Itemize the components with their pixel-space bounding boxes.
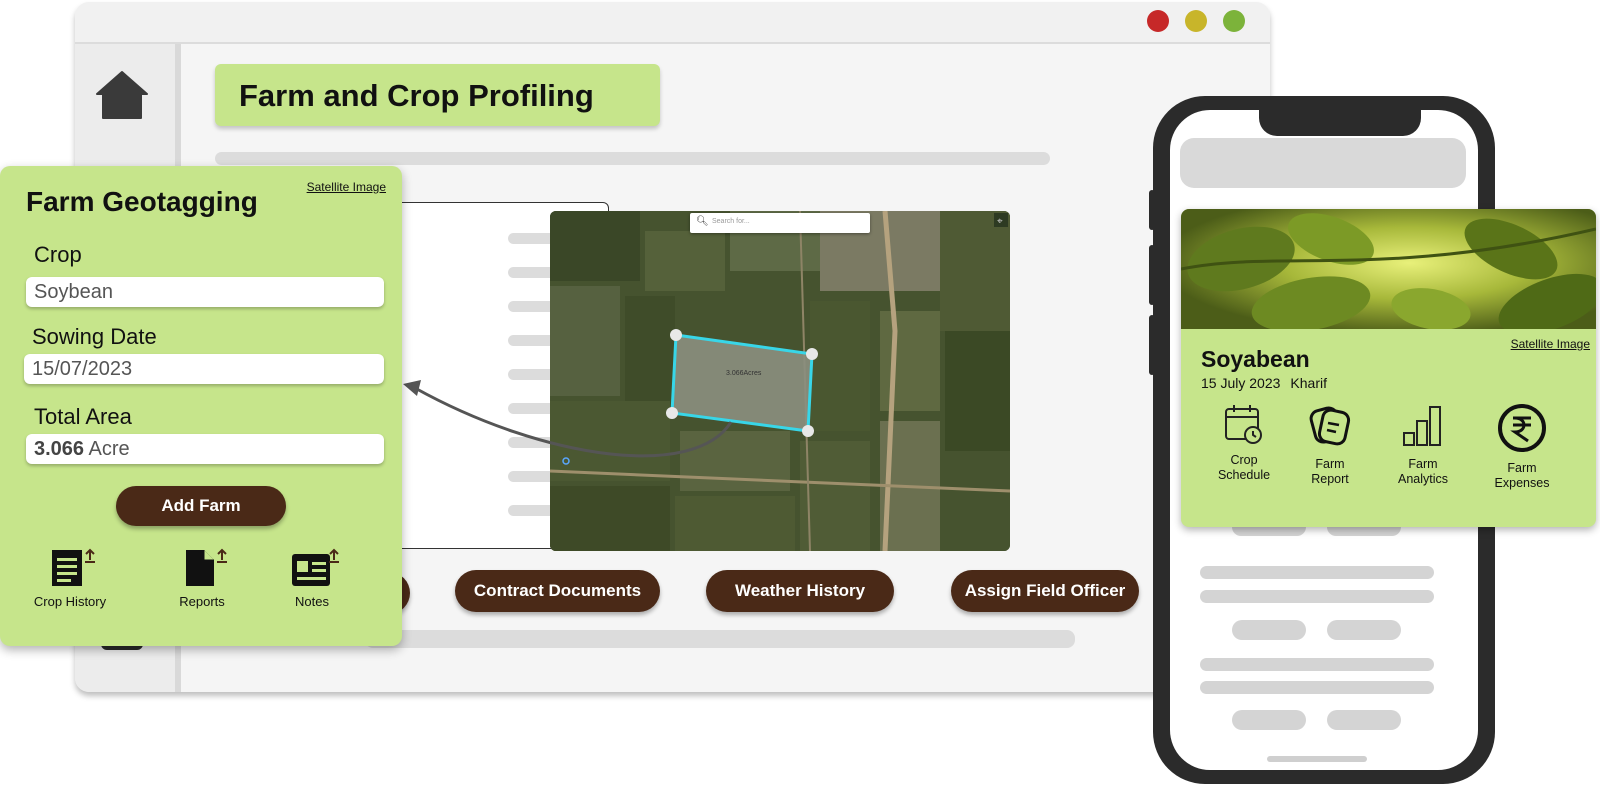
reports-label: Reports xyxy=(179,594,225,609)
placeholder-bar xyxy=(1200,658,1434,671)
report-icon xyxy=(1309,406,1351,446)
close-window-button[interactable] xyxy=(1147,10,1169,32)
total-area-unit: Acre xyxy=(84,438,130,460)
polygon-vertex-handle[interactable] xyxy=(802,425,814,437)
placeholder-bar xyxy=(215,152,1050,165)
polygon-vertex-handle[interactable] xyxy=(670,329,682,341)
total-area-label: Total Area xyxy=(34,404,132,429)
window-titlebar xyxy=(75,2,1270,44)
notes-tool[interactable]: Notes xyxy=(257,548,367,609)
phone-notch xyxy=(1259,110,1421,136)
card-satellite-image-link[interactable]: Satellite Image xyxy=(1511,337,1590,351)
crop-label: Crop xyxy=(34,242,82,267)
feature-label-line2: Analytics xyxy=(1397,472,1449,486)
feature-label-line1: Farm xyxy=(1408,457,1438,471)
add-farm-button[interactable]: Add Farm xyxy=(116,486,286,526)
connector-arrow xyxy=(403,380,733,458)
svg-text:⌖: ⌖ xyxy=(997,216,1003,227)
calendar-clock-icon xyxy=(1225,405,1262,444)
map-search-placeholder: Search for... xyxy=(712,218,750,225)
maximize-window-button[interactable] xyxy=(1223,10,1245,32)
total-area-value: 3.066 xyxy=(34,438,85,460)
crop-schedule-feature[interactable]: Crop Schedule xyxy=(1199,403,1289,483)
crop-season: Kharif xyxy=(1290,375,1327,391)
feature-label-line1: Crop xyxy=(1230,453,1258,467)
assign-field-officer-button[interactable]: Assign Field Officer xyxy=(951,570,1139,612)
crop-input[interactable]: Soybean xyxy=(26,277,384,307)
weather-history-button[interactable]: Weather History xyxy=(706,570,894,612)
rupee-icon xyxy=(1498,404,1546,452)
minimize-window-button[interactable] xyxy=(1185,10,1207,32)
placeholder-pill xyxy=(1327,710,1401,730)
crop-history-label: Crop History xyxy=(33,594,107,609)
crop-profile-card: Satellite Image Soyabean 15 July 2023 Kha… xyxy=(1181,209,1596,527)
notes-label: Notes xyxy=(295,594,329,609)
placeholder-bar xyxy=(1200,590,1434,603)
crop-name: Soyabean xyxy=(1201,346,1310,372)
feature-label-line2: Schedule xyxy=(1217,468,1271,482)
contract-documents-button[interactable]: Contract Documents xyxy=(455,570,660,612)
upload-icon xyxy=(217,548,227,563)
sowing-date-label: Sowing Date xyxy=(32,324,157,349)
home-icon[interactable] xyxy=(95,70,149,120)
farm-report-feature[interactable]: Farm Report xyxy=(1285,403,1375,487)
placeholder-bar xyxy=(1200,566,1434,579)
feature-label-line1: Farm xyxy=(1507,461,1537,475)
id-card-icon xyxy=(292,548,339,586)
placeholder-pill xyxy=(1232,620,1306,640)
polygon-vertex-handle[interactable] xyxy=(806,348,818,360)
farm-expenses-feature[interactable]: Farm Expenses xyxy=(1477,403,1567,491)
crop-meta: 15 July 2023 Kharif xyxy=(1201,375,1337,391)
upload-icon xyxy=(329,548,339,563)
home-indicator xyxy=(1267,756,1367,762)
sowing-date-input[interactable]: 15/07/2023 xyxy=(24,354,384,384)
farm-geotagging-card: Satellite Image Farm Geotagging Crop Soy… xyxy=(0,166,402,646)
feature-label-line2: Report xyxy=(1311,472,1349,486)
placeholder-pill xyxy=(1232,710,1306,730)
farm-analytics-feature[interactable]: Farm Analytics xyxy=(1378,403,1468,487)
document-lines-icon xyxy=(52,548,95,586)
satellite-image-link[interactable]: Satellite Image xyxy=(307,180,386,194)
page-title-banner: Farm and Crop Profiling xyxy=(215,64,660,126)
page-title: Farm and Crop Profiling xyxy=(239,78,594,113)
file-icon xyxy=(186,548,227,586)
crop-date: 15 July 2023 xyxy=(1201,375,1281,391)
upload-icon xyxy=(85,548,95,563)
reports-tool[interactable]: Reports xyxy=(147,548,257,609)
map-search-input[interactable]: 🔍︎ Search for... xyxy=(690,213,870,233)
placeholder-bar xyxy=(1200,681,1434,694)
total-area-input[interactable]: 3.066 Acre xyxy=(26,434,384,464)
bar-chart-icon xyxy=(1403,406,1441,446)
feature-label-line2: Expenses xyxy=(1494,476,1550,490)
crop-history-tool[interactable]: Crop History xyxy=(15,548,125,609)
placeholder-bar xyxy=(365,630,1075,648)
placeholder-pill xyxy=(1327,620,1401,640)
geotagging-title: Farm Geotagging xyxy=(26,186,258,217)
phone-header-placeholder xyxy=(1180,138,1466,188)
search-icon: 🔍︎ xyxy=(696,216,709,227)
soybean-leaves-photo xyxy=(1181,209,1596,329)
feature-label-line1: Farm xyxy=(1315,457,1345,471)
